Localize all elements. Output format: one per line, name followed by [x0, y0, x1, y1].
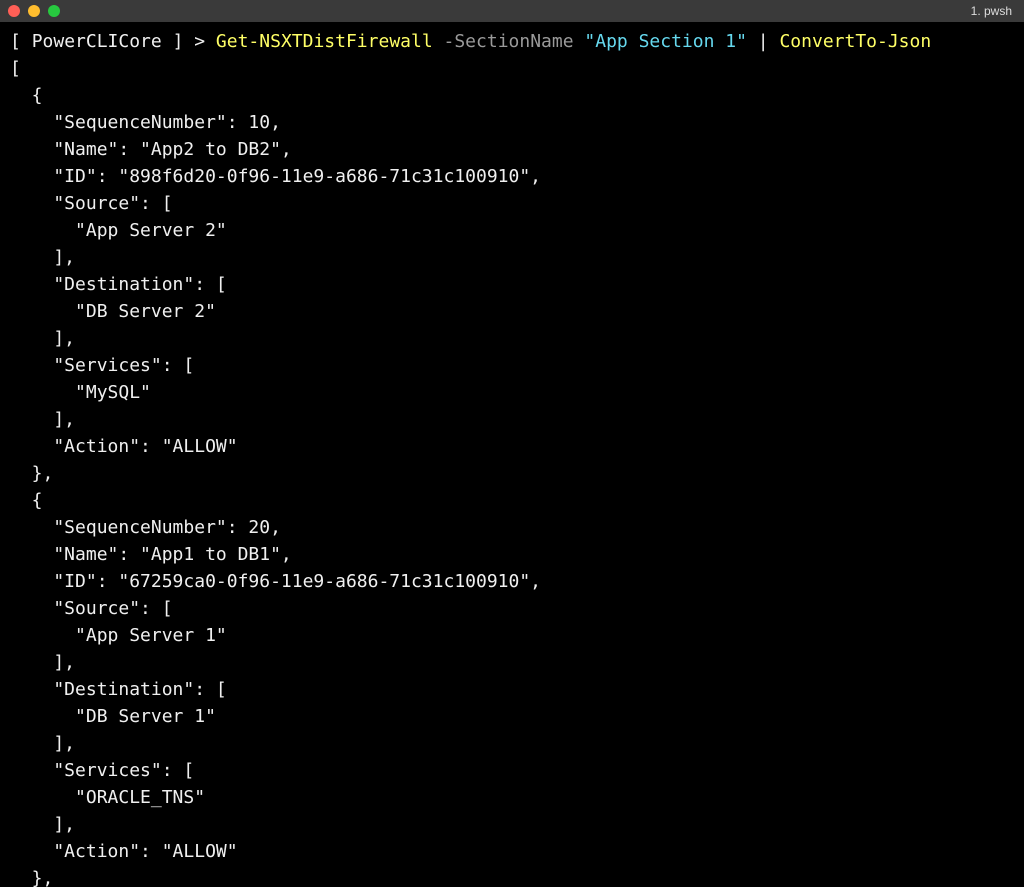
- zoom-icon[interactable]: [48, 5, 60, 17]
- cmd-param-value: "App Section 1": [584, 31, 747, 52]
- cmd-pipe: |: [747, 31, 780, 52]
- cmd-param-flag: -SectionName: [433, 31, 585, 52]
- close-icon[interactable]: [8, 5, 20, 17]
- cmdlet-secondary: ConvertTo-Json: [779, 31, 931, 52]
- prompt-open: [: [10, 31, 32, 52]
- window-controls: [8, 5, 60, 17]
- terminal-window: 1. pwsh [ PowerCLICore ] > Get-NSXTDistF…: [0, 0, 1024, 887]
- terminal-body[interactable]: [ PowerCLICore ] > Get-NSXTDistFirewall …: [0, 22, 1024, 887]
- window-title: 1. pwsh: [971, 4, 1012, 18]
- prompt-context: PowerCLICore: [32, 31, 162, 52]
- prompt-close: ] >: [162, 31, 216, 52]
- titlebar: 1. pwsh: [0, 0, 1024, 22]
- terminal-output: [ { "SequenceNumber": 10, "Name": "App2 …: [10, 58, 541, 887]
- cmdlet-primary: Get-NSXTDistFirewall: [216, 31, 433, 52]
- minimize-icon[interactable]: [28, 5, 40, 17]
